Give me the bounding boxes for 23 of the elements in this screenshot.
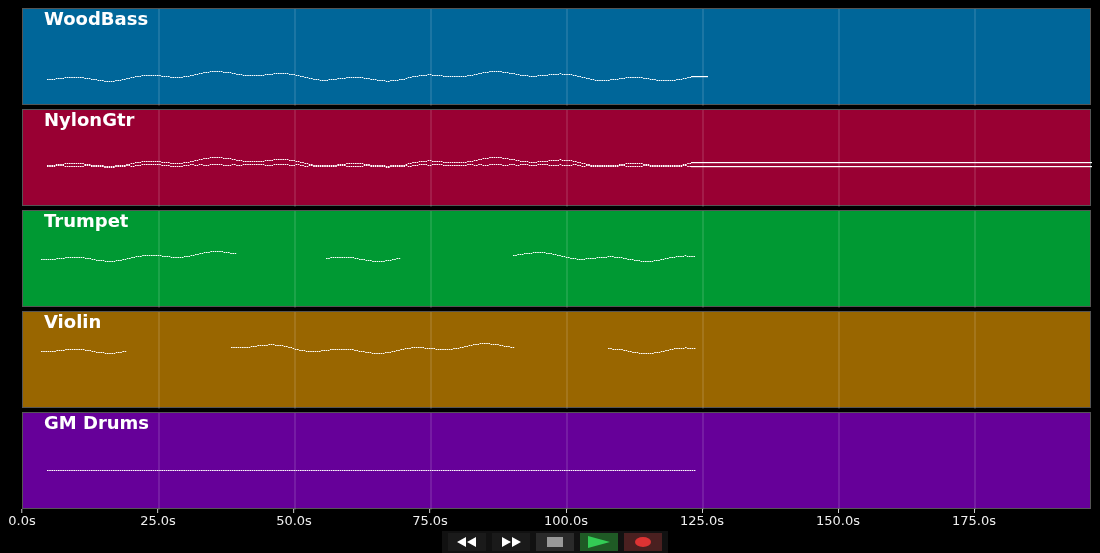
track-name: NylonGtr [44,110,135,130]
stop-icon [546,537,563,547]
track-name: WoodBass [44,9,149,29]
fast-forward-button[interactable] [491,533,530,551]
stop-button[interactable] [535,533,574,551]
play-icon [587,536,610,548]
time-tick-label: 25.0s [140,513,176,529]
time-tick-label: 175.0s [952,513,996,529]
track-name: Violin [44,312,102,332]
track-name: GM Drums [44,413,150,433]
rewind-icon [456,537,477,547]
time-tick-label: 0.0s [8,513,36,529]
rewind-button[interactable] [447,533,486,551]
time-tick-label: 125.0s [680,513,724,529]
track-name: Trumpet [44,211,129,231]
time-tick-label: 50.0s [276,513,312,529]
play-button[interactable] [579,533,618,551]
time-tick-label: 150.0s [816,513,860,529]
time-tick-label: 75.0s [412,513,448,529]
fast-forward-icon [500,537,521,547]
record-button[interactable] [623,533,662,551]
record-icon [634,537,651,547]
time-tick-label: 100.0s [544,513,588,529]
